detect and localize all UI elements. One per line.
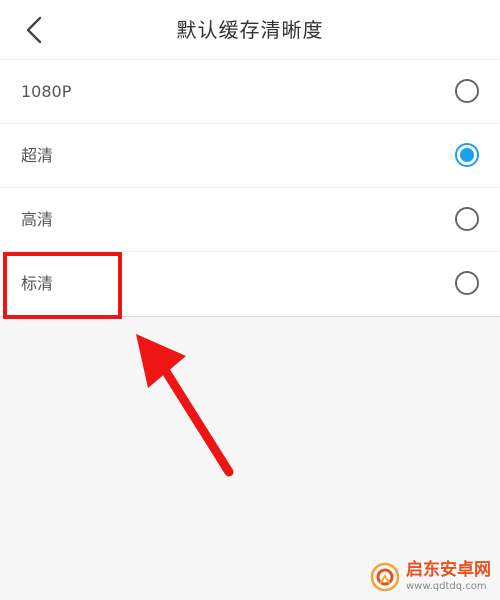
option-label: 1080P [21, 82, 72, 101]
watermark: 启东安卓网 www.qdtdq.com [370, 560, 491, 594]
watermark-logo-icon [370, 562, 400, 592]
option-row-super-hd[interactable]: 超清 [0, 124, 500, 188]
option-row-sd[interactable]: 标清 [0, 252, 500, 316]
option-label: 标清 [21, 274, 54, 293]
option-label: 超清 [21, 146, 54, 165]
header-bar: 默认缓存清晰度 [0, 0, 500, 60]
option-row-1080p[interactable]: 1080P [0, 60, 500, 124]
resolution-option-list: 1080P 超清 高清 标清 [0, 60, 500, 317]
page-title: 默认缓存清晰度 [176, 18, 324, 42]
watermark-url: www.qdtdq.com [406, 581, 487, 592]
option-label: 高清 [21, 210, 54, 229]
radio-button-checked[interactable] [455, 143, 479, 167]
radio-button[interactable] [455, 207, 479, 231]
watermark-name: 启东安卓网 [406, 560, 491, 580]
radio-button[interactable] [455, 271, 479, 295]
option-row-hd[interactable]: 高清 [0, 188, 500, 252]
radio-button[interactable] [455, 79, 479, 103]
